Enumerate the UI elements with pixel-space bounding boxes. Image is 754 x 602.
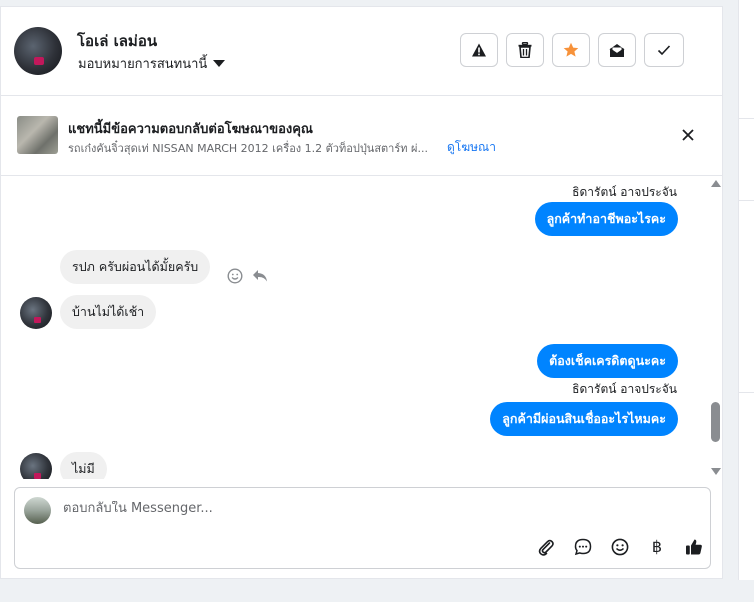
scrollbar-thumb[interactable] [711,402,720,442]
paperclip-icon [538,539,554,556]
saved-replies-button[interactable] [572,536,594,558]
message-actions [227,268,268,284]
baht-icon: ฿ [651,537,663,556]
message-scrollbar[interactable] [708,176,722,479]
outgoing-message[interactable]: ลูกค้ามีผ่อนสินเชื่ออะไรไหมคะ [490,402,678,436]
like-button[interactable] [683,536,705,558]
ad-banner-subtitle: รถเก๋งคันจิ๋วสุดเท่ NISSAN MARCH 2012 เค… [68,142,428,155]
scroll-down-icon[interactable] [711,468,721,475]
incoming-message[interactable]: ไม่มี [60,452,107,479]
contact-name[interactable]: โอเล่ เลม่อน [77,29,157,53]
ad-reply-banner: แชทนี้มีข้อความตอบกลับต่อโฆษณาของคุณ รถเ… [1,96,722,176]
emoji-button[interactable] [609,536,631,558]
close-banner-button[interactable] [677,124,699,146]
view-ad-link[interactable]: ดูโฆษณา [447,138,496,157]
page-avatar [24,497,51,524]
conversation-panel: โอเล่ เลม่อน มอบหมายการสนทนานี้ แชทนี้มี… [0,6,723,579]
reply-icon[interactable] [252,269,268,283]
ad-thumbnail[interactable] [17,116,58,154]
divider [739,118,754,119]
contact-avatar-small[interactable] [20,297,52,329]
emoji-react-icon[interactable] [227,268,243,284]
report-button[interactable] [460,33,498,67]
reply-input[interactable] [63,501,663,516]
emoji-icon [611,538,629,556]
chat-bubble-icon [574,538,592,556]
composer-tools: ฿ [535,536,705,558]
trash-icon [518,42,532,58]
reply-composer: ฿ [14,487,711,569]
ad-banner-title: แชทนี้มีข้อความตอบกลับต่อโฆษณาของคุณ [68,122,313,137]
payment-button[interactable]: ฿ [646,536,668,558]
incoming-message[interactable]: รปภ ครับผ่อนได้มั้ยครับ [60,250,211,284]
mark-unread-button[interactable] [598,33,636,67]
assign-label: มอบหมายการสนทนานี้ [78,57,208,72]
message-list[interactable]: ธิดารัตน์ อาจประจัน ลูกค้าทำอาชีพอะไรคะ … [1,176,722,479]
sender-label: ธิดารัตน์ อาจประจัน [572,382,677,396]
thumbs-up-icon [686,539,702,555]
conversation-header: โอเล่ เลม่อน มอบหมายการสนทนานี้ [1,7,722,96]
check-icon [657,45,671,56]
star-icon [563,42,579,57]
divider [739,392,754,393]
incoming-message[interactable]: บ้านไม่ได้เช้า [60,295,157,329]
caret-down-icon [213,60,226,67]
contact-avatar-small[interactable] [20,453,52,479]
sender-label: ธิดารัตน์ อาจประจัน [572,185,677,199]
star-button[interactable] [552,33,590,67]
close-icon [682,129,694,141]
outgoing-message[interactable]: ต้องเช็คเครดิตดูนะคะ [537,344,678,378]
scroll-up-icon[interactable] [711,180,721,187]
warning-icon [472,43,486,57]
envelope-open-icon [609,44,625,57]
outgoing-message[interactable]: ลูกค้าทำอาชีพอะไรคะ [534,202,678,236]
assign-dropdown[interactable]: มอบหมายการสนทนานี้ [78,53,226,74]
delete-button[interactable] [506,33,544,67]
mark-done-button[interactable] [644,33,684,67]
contact-avatar[interactable] [14,27,62,75]
attach-button[interactable] [535,536,557,558]
header-actions [460,33,684,67]
divider [739,200,754,201]
details-side-panel [738,0,754,580]
